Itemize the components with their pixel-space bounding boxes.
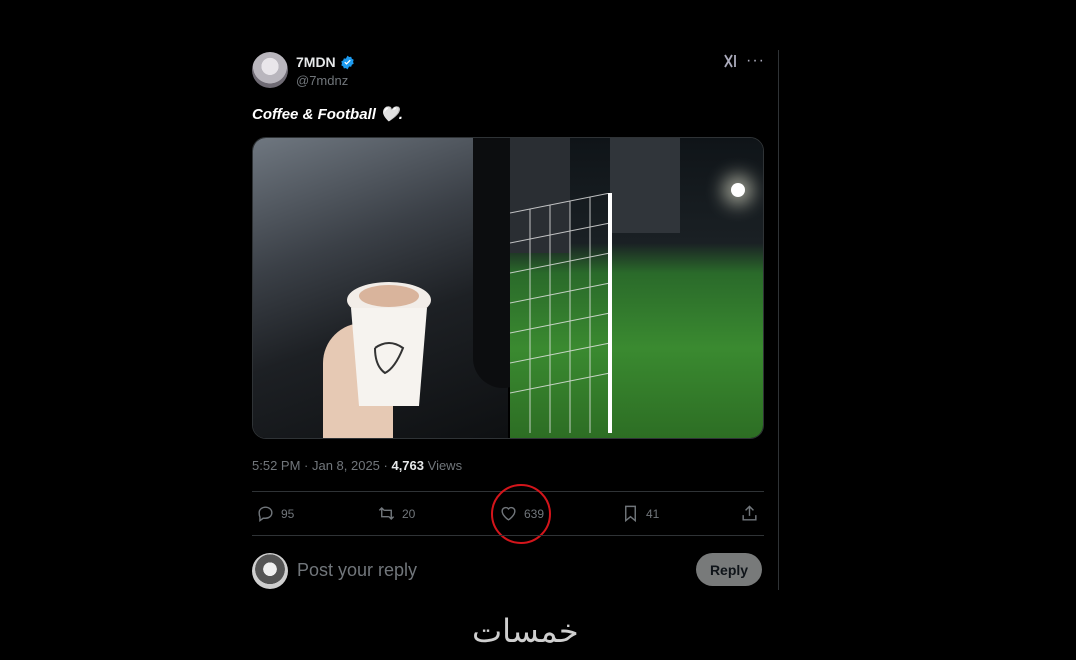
reply-input[interactable]: Post your reply [297,560,417,581]
share-button[interactable] [740,504,759,523]
verified-badge-icon [340,55,354,69]
views-count: 4,763 [391,458,425,473]
bookmark-count: 41 [646,506,660,521]
goal-net [510,193,612,433]
author-handle[interactable]: @7mdnz [296,73,348,88]
more-options-icon[interactable]: ··· [746,52,765,70]
reply-submit-button[interactable]: Reply [696,553,762,586]
grok-icon[interactable] [723,53,739,69]
share-icon [742,505,757,521]
retweet-button[interactable]: 20 [377,504,415,523]
building [610,138,680,233]
football-goal-night-photo[interactable] [510,138,763,438]
bookmark-button[interactable]: 41 [621,504,659,523]
current-user-avatar[interactable] [252,553,288,589]
divider [252,535,764,536]
retweet-count: 20 [402,506,416,521]
timestamp[interactable]: 5:52 PM · Jan 8, 2025 · [252,458,391,473]
retweet-icon [378,506,395,521]
reply-icon [258,506,273,523]
author-avatar[interactable] [252,52,288,88]
watermark-logo: خمسات [472,612,579,650]
views-label: Views [424,458,463,473]
coffee-cup [347,282,431,406]
floodlight [731,183,745,197]
author-display-name[interactable]: 7MDN [296,54,336,70]
coffee-cup-in-car-photo[interactable] [253,138,533,438]
reply-count: 95 [281,506,295,521]
tweet-text: Coffee & Football 🤍. [252,106,403,123]
reply-button[interactable]: 95 [256,504,294,523]
tweet-media[interactable] [252,137,764,439]
tweet-meta: 5:52 PM · Jan 8, 2025 · 4,763 Views [252,458,462,473]
bookmark-icon [625,505,636,523]
author-name-row: 7MDN [296,54,355,70]
timeline-right-border [778,50,779,590]
